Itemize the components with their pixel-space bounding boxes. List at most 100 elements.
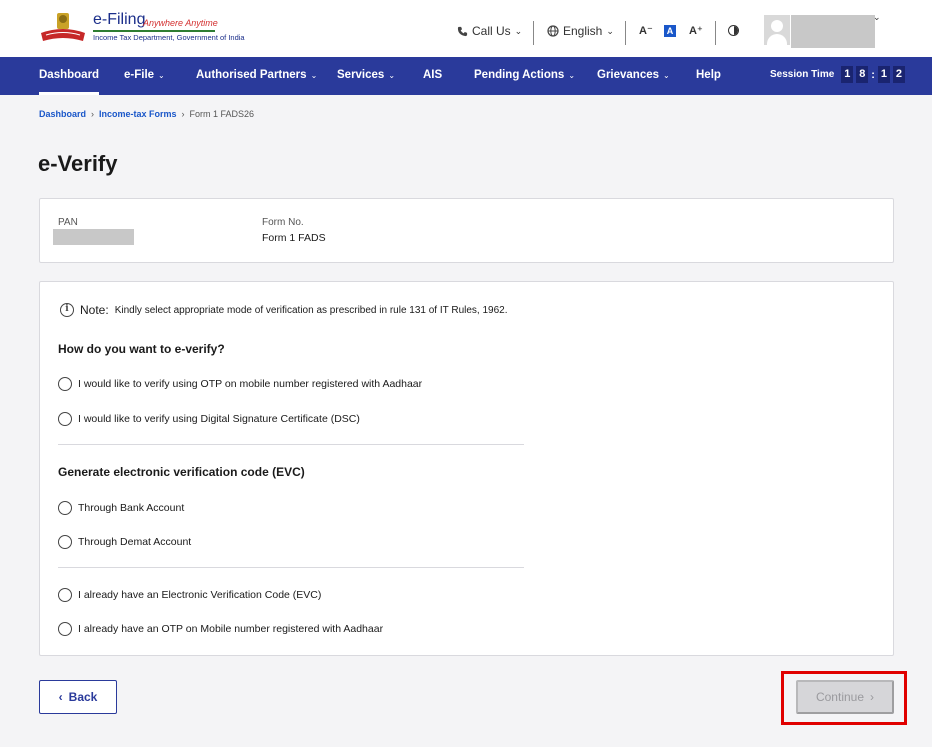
logo-tagline: Anywhere Anytime xyxy=(143,18,218,28)
session-digit: 1 xyxy=(877,66,890,83)
nav-label: Authorised Partners xyxy=(196,69,307,81)
option-label: I would like to verify using OTP on mobi… xyxy=(78,378,423,390)
chevron-down-icon: ⌄ xyxy=(158,71,165,80)
option-bank-account[interactable]: Through Bank Account xyxy=(58,501,184,515)
call-us-menu[interactable]: Call Us ⌄ xyxy=(457,24,522,38)
avatar-body xyxy=(767,34,787,45)
back-label: Back xyxy=(68,690,98,704)
page-body: Dashboard › Income-tax Forms › Form 1 FA… xyxy=(0,95,932,747)
nav-efile[interactable]: e-File ⌄ xyxy=(124,57,165,95)
header-divider xyxy=(715,21,716,45)
session-digit: 2 xyxy=(892,66,905,83)
breadcrumb: Dashboard › Income-tax Forms › Form 1 FA… xyxy=(39,109,254,119)
nav-grievances[interactable]: Grievances ⌄ xyxy=(597,57,670,95)
radio-button[interactable] xyxy=(58,622,72,636)
session-label: Session Time xyxy=(770,69,835,80)
nav-services[interactable]: Services ⌄ xyxy=(337,57,395,95)
radio-button[interactable] xyxy=(58,535,72,549)
everify-options-card: i Note: Kindly select appropriate mode o… xyxy=(39,281,894,656)
radio-button[interactable] xyxy=(58,412,72,426)
option-existing-aadhaar-otp[interactable]: I already have an OTP on Mobile number r… xyxy=(58,622,383,636)
nav-label: Grievances xyxy=(597,69,660,81)
chevron-down-icon: ⌄ xyxy=(310,71,318,80)
nav-dashboard[interactable]: Dashboard xyxy=(39,57,100,95)
nav-label: Pending Actions xyxy=(474,69,565,81)
nav-authorised-partners[interactable]: Authorised Partners ⌄ xyxy=(196,57,317,95)
emblem-icon xyxy=(41,13,85,41)
language-select[interactable]: English ⌄ xyxy=(547,24,614,38)
chevron-down-icon: ⌄ xyxy=(514,25,523,36)
back-button[interactable]: ‹ Back xyxy=(39,680,117,714)
chevron-down-icon: ⌄ xyxy=(388,71,396,80)
option-label: Through Demat Account xyxy=(78,536,192,548)
user-avatar-icon[interactable] xyxy=(764,15,790,45)
logo-title: e-Filing xyxy=(93,11,146,28)
nav-label: AIS xyxy=(423,69,443,81)
continue-button[interactable]: Continue › xyxy=(796,680,894,714)
chevron-down-icon: ⌄ xyxy=(663,71,670,80)
option-label: I would like to verify using Digital Sig… xyxy=(78,413,360,425)
form-no-value: Form 1 FADS xyxy=(262,232,326,244)
nav-help[interactable]: Help xyxy=(696,57,721,95)
form-info-card: PAN Form No. Form 1 FADS xyxy=(39,198,894,263)
chevron-right-icon: › xyxy=(870,690,875,704)
pan-label: PAN xyxy=(58,217,78,228)
page-title: e-Verify xyxy=(38,151,118,176)
nav-ais[interactable]: AIS xyxy=(423,57,442,95)
section-divider xyxy=(58,444,524,445)
nav-label: Help xyxy=(696,69,721,81)
session-digit: 8 xyxy=(856,66,869,83)
verification-note: i Note: Kindly select appropriate mode o… xyxy=(60,303,508,317)
option-existing-evc[interactable]: I already have an Electronic Verificatio… xyxy=(58,588,321,602)
font-increase-button[interactable]: A⁺ xyxy=(689,24,703,37)
breadcrumb-income-tax-forms[interactable]: Income-tax Forms xyxy=(99,109,177,119)
option-label: Through Bank Account xyxy=(78,502,185,514)
font-normal-button[interactable]: A xyxy=(664,25,676,37)
phone-icon xyxy=(457,26,468,36)
session-separator: : xyxy=(871,68,875,81)
nav-label: Services xyxy=(337,69,385,81)
header-divider xyxy=(533,21,534,45)
chevron-down-icon: ⌄ xyxy=(568,71,576,80)
evc-heading: Generate electronic verification code (E… xyxy=(58,465,305,479)
breadcrumb-current: Form 1 FADS26 xyxy=(189,109,255,119)
chevron-left-icon: ‹ xyxy=(58,690,63,704)
radio-button[interactable] xyxy=(58,377,72,391)
contrast-icon[interactable] xyxy=(728,25,739,36)
radio-button[interactable] xyxy=(58,501,72,515)
option-label: I already have an Electronic Verificatio… xyxy=(78,589,322,601)
chevron-down-icon: ⌄ xyxy=(606,25,614,36)
session-timer: Session Time 1 8 : 1 2 xyxy=(770,66,905,83)
language-label: English xyxy=(563,24,603,38)
form-no-label: Form No. xyxy=(262,217,304,228)
logo-subtitle: Income Tax Department, Government of Ind… xyxy=(93,33,245,42)
note-label: Note: xyxy=(80,303,109,317)
info-icon: i xyxy=(60,303,74,317)
option-label: I already have an OTP on Mobile number r… xyxy=(78,623,384,635)
header-divider xyxy=(625,21,626,45)
radio-button[interactable] xyxy=(58,588,72,602)
nav-label: e-File xyxy=(124,69,155,81)
user-name-redacted[interactable] xyxy=(791,15,875,48)
section-divider xyxy=(58,567,524,568)
avatar-head xyxy=(771,20,783,32)
nav-pending-actions[interactable]: Pending Actions ⌄ xyxy=(474,57,575,95)
top-header: e-Filing Anywhere Anytime Income Tax Dep… xyxy=(0,0,932,57)
efiling-logo[interactable]: e-Filing Anywhere Anytime Income Tax Dep… xyxy=(38,9,245,47)
session-digit: 1 xyxy=(841,66,854,83)
chevron-right-icon: › xyxy=(181,109,185,119)
chevron-right-icon: › xyxy=(91,109,95,119)
chevron-down-icon[interactable]: ⌄ xyxy=(873,12,881,23)
font-decrease-button[interactable]: A⁻ xyxy=(639,24,653,37)
pan-value-redacted xyxy=(53,229,134,245)
main-nav: Dashboard e-File ⌄ Authorised Partners ⌄ S… xyxy=(0,57,932,95)
nav-label: Dashboard xyxy=(39,69,100,81)
option-aadhaar-otp[interactable]: I would like to verify using OTP on mobi… xyxy=(58,377,422,391)
breadcrumb-dashboard[interactable]: Dashboard xyxy=(39,109,86,119)
globe-icon xyxy=(547,25,559,37)
logo-underline xyxy=(93,30,215,32)
note-text: Kindly select appropriate mode of verifi… xyxy=(114,304,508,316)
option-demat-account[interactable]: Through Demat Account xyxy=(58,535,191,549)
option-dsc[interactable]: I would like to verify using Digital Sig… xyxy=(58,412,360,426)
continue-label: Continue xyxy=(815,690,865,704)
